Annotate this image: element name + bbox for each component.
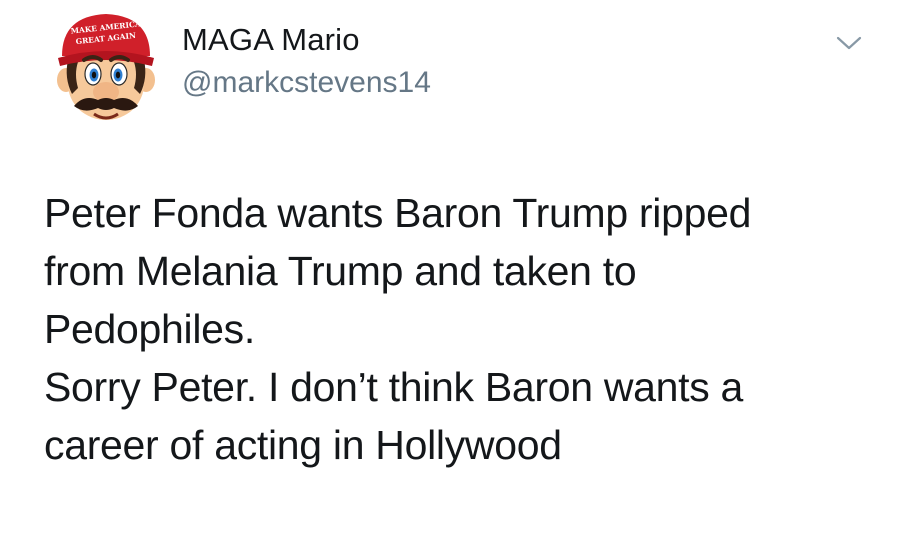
tweet-menu-button[interactable] xyxy=(834,32,864,54)
mario-avatar-icon: MAKE AMERICA GREAT AGAIN xyxy=(57,14,155,120)
chevron-down-icon xyxy=(836,36,862,50)
tweet-text-line: from Melania Trump and taken to xyxy=(44,248,637,294)
tweet-text: Peter Fonda wants Baron Trump ripped fro… xyxy=(44,184,894,474)
tweet-text-line: career of acting in Hollywood xyxy=(44,422,562,468)
tweet-text-line: Pedophiles. xyxy=(44,306,255,352)
tweet-text-line: Peter Fonda wants Baron Trump ripped xyxy=(44,190,752,236)
display-name[interactable]: MAGA Mario xyxy=(182,22,360,58)
tweet-card: MAKE AMERICA GREAT AGAIN MAGA Mario @mar… xyxy=(0,0,905,545)
user-handle[interactable]: @markcstevens14 xyxy=(182,66,431,100)
avatar[interactable]: MAKE AMERICA GREAT AGAIN xyxy=(48,8,164,124)
tweet-text-line: Sorry Peter. I don’t think Baron wants a xyxy=(44,364,744,410)
